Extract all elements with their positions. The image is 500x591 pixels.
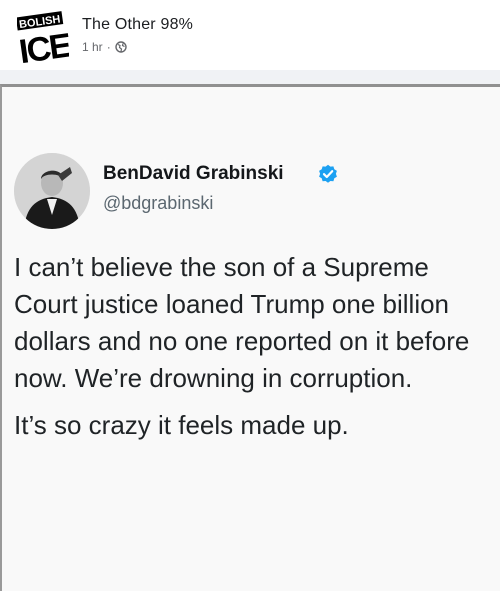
tweet-paragraph-1: I can’t believe the son of a Supreme Cou…	[14, 252, 470, 393]
page-avatar[interactable]: BOLISH ICE	[15, 10, 74, 71]
post-meta: 1 hr ·	[82, 40, 127, 54]
meta-separator: ·	[106, 40, 111, 54]
tweet-screenshot[interactable]: BenDavid Grabinski @bdgrabinski I can’t …	[0, 84, 500, 591]
tweet-display-name[interactable]: BenDavid Grabinski	[103, 163, 284, 185]
post-divider	[0, 70, 500, 84]
logo-main-text: ICE	[17, 26, 69, 66]
profile-photo	[14, 153, 90, 229]
abolish-ice-logo: BOLISH ICE	[15, 10, 74, 71]
tweet-body: I can’t believe the son of a Supreme Cou…	[14, 249, 492, 444]
page-name[interactable]: The Other 98%	[82, 16, 193, 34]
verified-badge-icon	[319, 164, 337, 183]
tweet-handle[interactable]: @bdgrabinski	[103, 193, 213, 214]
tweet-avatar	[14, 153, 90, 229]
globe-icon	[114, 41, 127, 53]
tweet-paragraph-2: It’s so crazy it feels made up.	[14, 410, 349, 440]
post-header: BOLISH ICE The Other 98% 1 hr ·	[0, 0, 500, 71]
post-time[interactable]: 1 hr	[82, 40, 103, 54]
